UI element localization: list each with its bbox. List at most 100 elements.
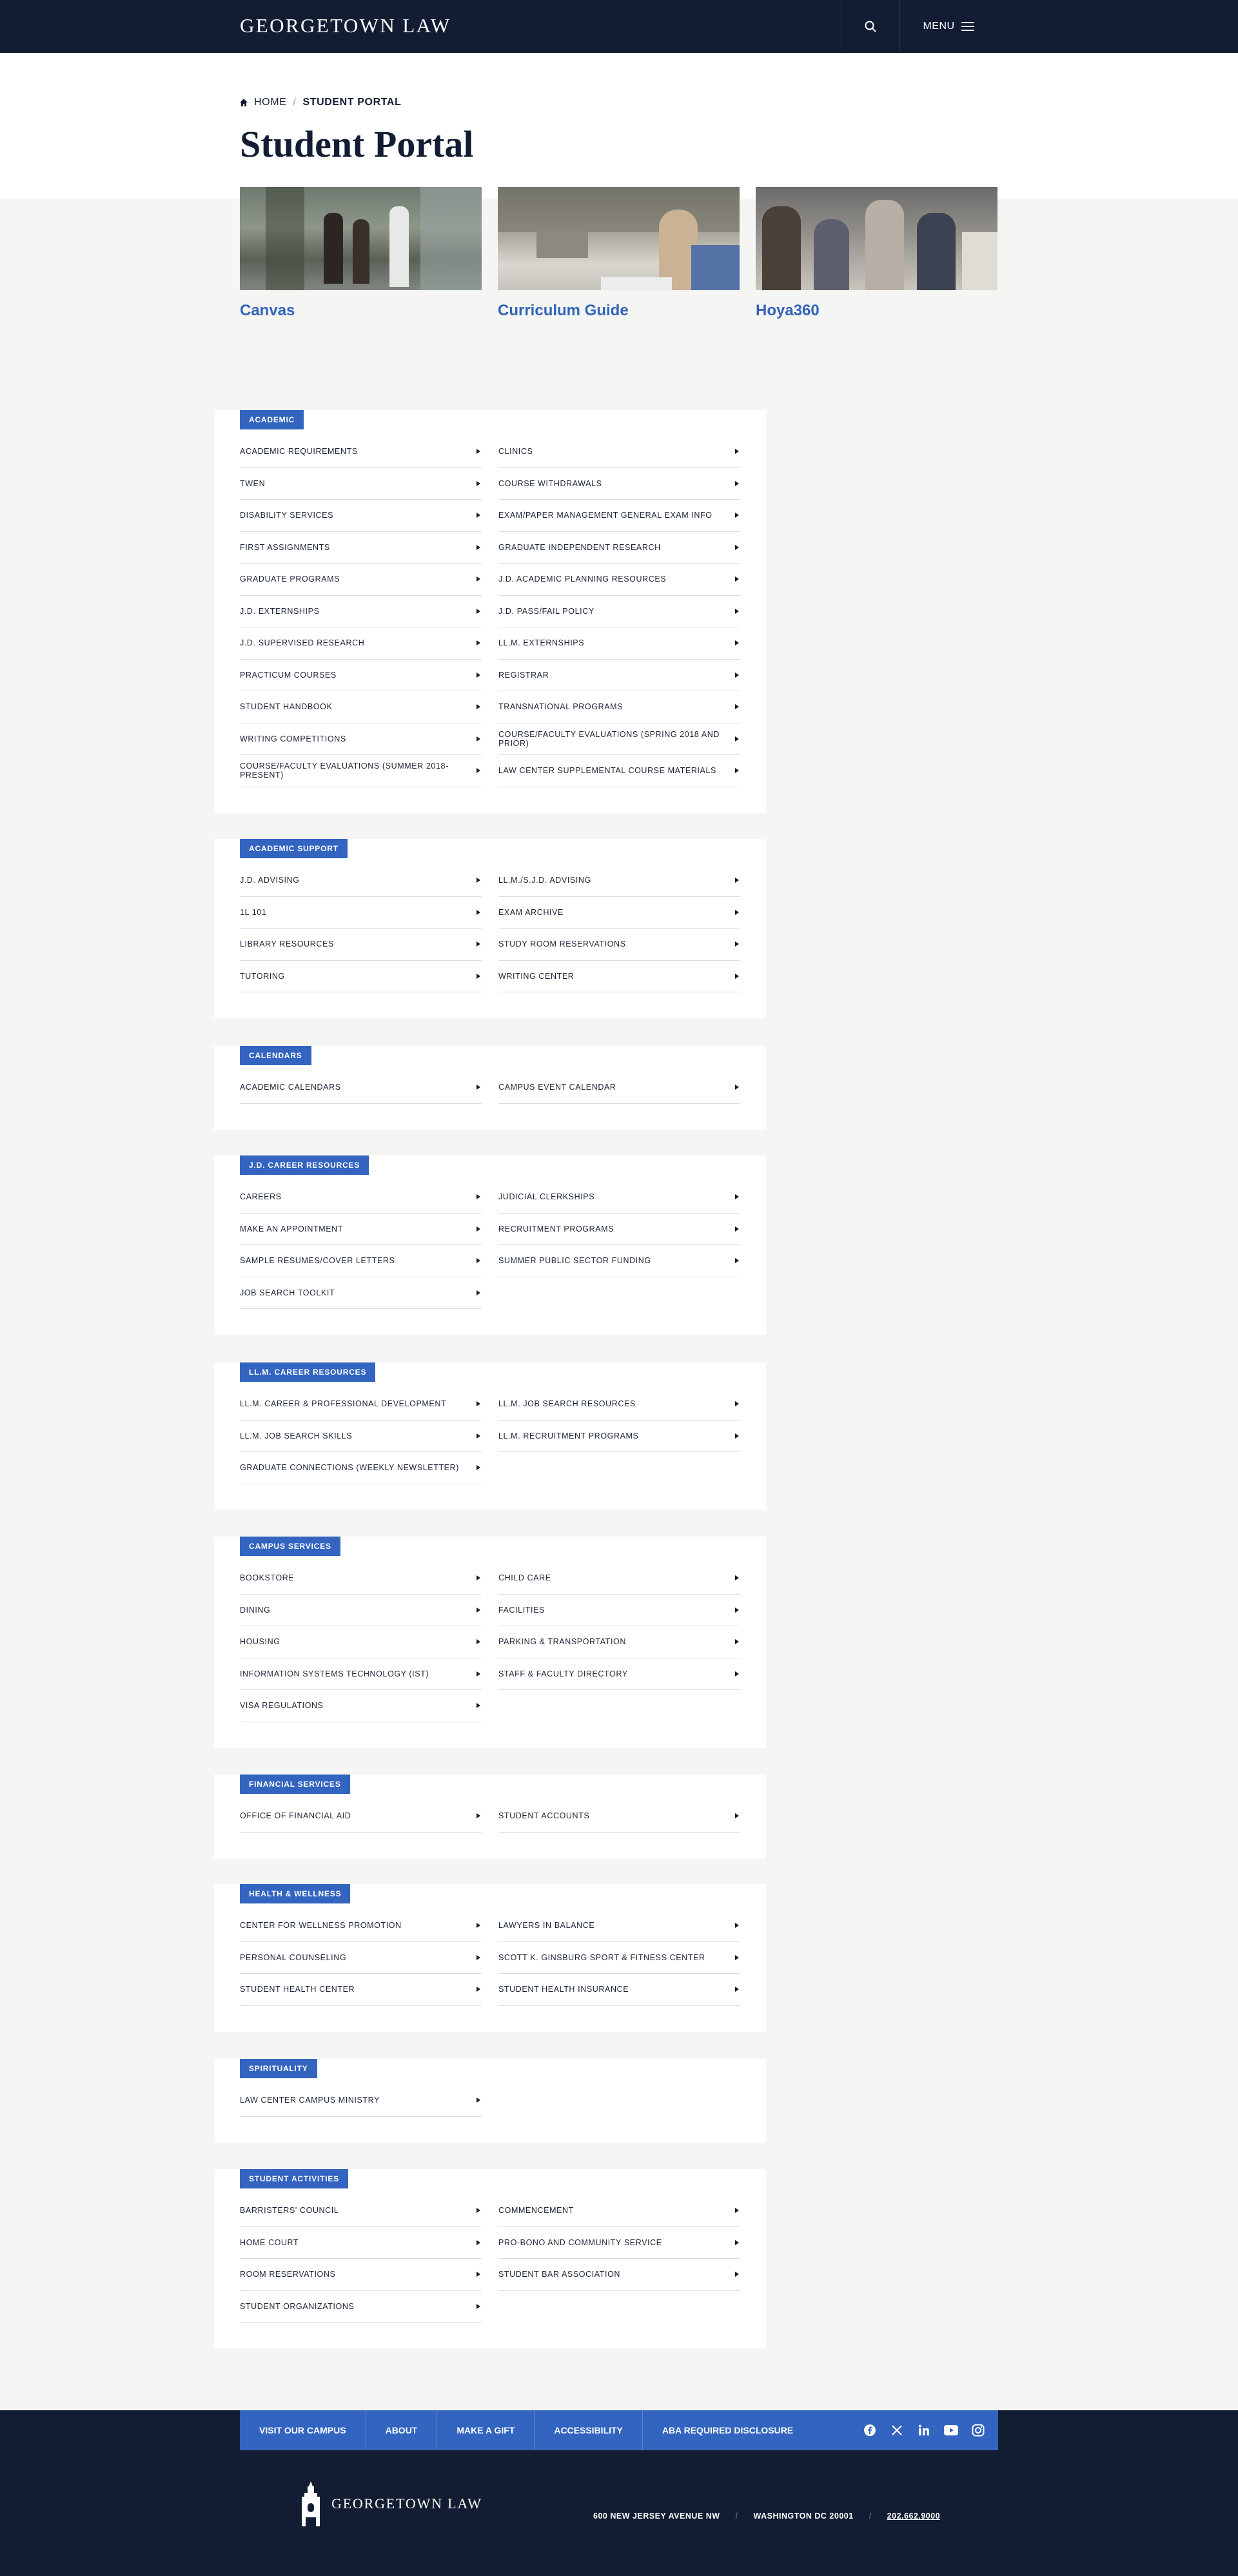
section-link[interactable]: HOME COURT xyxy=(240,2227,482,2259)
section-link[interactable]: STUDENT BAR ASSOCIATION xyxy=(498,2259,740,2291)
section-link[interactable]: PERSONAL COUNSELING xyxy=(240,1942,482,1974)
section-link[interactable]: LL.M. JOB SEARCH SKILLS xyxy=(240,1421,482,1452)
section-link[interactable]: EXAM/PAPER MANAGEMENT GENERAL EXAM INFO xyxy=(498,500,740,532)
section-link[interactable]: LL.M./S.J.D. ADVISING xyxy=(498,865,740,897)
footer-logo[interactable]: GEORGETOWN LAW xyxy=(298,2481,482,2526)
section-link[interactable]: GRADUATE INDEPENDENT RESEARCH xyxy=(498,532,740,564)
section-link[interactable]: STUDENT HANDBOOK xyxy=(240,691,482,723)
section-link[interactable]: VISA REGULATIONS xyxy=(240,1690,482,1722)
section-link[interactable]: LAW CENTER CAMPUS MINISTRY xyxy=(240,2085,482,2117)
section-link[interactable]: LL.M. JOB SEARCH RESOURCES xyxy=(498,1388,740,1421)
hamburger-icon xyxy=(961,22,974,31)
section-link[interactable]: J.D. EXTERNSHIPS xyxy=(240,596,482,627)
section-link-label: LL.M. JOB SEARCH SKILLS xyxy=(240,1431,353,1440)
section-link[interactable]: WRITING CENTER xyxy=(498,961,740,992)
section-link[interactable]: BARRISTERS' COUNCIL xyxy=(240,2195,482,2227)
footer-link-aba[interactable]: ABA REQUIRED DISCLOSURE xyxy=(643,2410,812,2450)
section-link[interactable]: J.D. PASS/FAIL POLICY xyxy=(498,596,740,627)
search-button[interactable] xyxy=(841,0,900,53)
section-link[interactable]: CAREERS xyxy=(240,1181,482,1214)
feature-card-hoya360[interactable]: Hoya360 xyxy=(756,187,997,320)
instagram-icon[interactable] xyxy=(971,2423,985,2437)
section-link[interactable]: SUMMER PUBLIC SECTOR FUNDING xyxy=(498,1245,740,1277)
healy-tower-icon xyxy=(302,2481,320,2526)
section-link[interactable]: STUDENT ACCOUNTS xyxy=(498,1800,740,1833)
section-link[interactable]: TUTORING xyxy=(240,961,482,992)
section-link[interactable]: FIRST ASSIGNMENTS xyxy=(240,532,482,564)
section-link[interactable]: COURSE/FACULTY EVALUATIONS (SPRING 2018 … xyxy=(498,723,740,755)
linkedin-icon[interactable] xyxy=(917,2423,931,2437)
section-link[interactable]: CHILD CARE xyxy=(498,1562,740,1595)
section-title: HEALTH & WELLNESS xyxy=(240,1884,351,1903)
section-link-label: CHILD CARE xyxy=(498,1573,551,1583)
section-link-label: J.D. EXTERNSHIPS xyxy=(240,606,320,616)
section-link[interactable]: WRITING COMPETITIONS xyxy=(240,723,482,755)
section-link[interactable]: EXAM ARCHIVE xyxy=(498,897,740,929)
section-link[interactable]: COURSE/FACULTY EVALUATIONS (SUMMER 2018-… xyxy=(240,755,482,787)
section-link[interactable]: MAKE AN APPOINTMENT xyxy=(240,1214,482,1245)
section-link-label: STUDENT HANDBOOK xyxy=(240,702,333,712)
feature-label-hoya360: Hoya360 xyxy=(756,302,820,319)
section-link[interactable]: CENTER FOR WELLNESS PROMOTION xyxy=(240,1910,482,1942)
section-link[interactable]: J.D. ADVISING xyxy=(240,865,482,897)
section-link[interactable]: ACADEMIC REQUIREMENTS xyxy=(240,436,482,468)
section-link[interactable]: STUDENT HEALTH INSURANCE xyxy=(498,1974,740,2006)
menu-button[interactable]: MENU xyxy=(900,0,997,53)
section-link[interactable]: JUDICIAL CLERKSHIPS xyxy=(498,1181,740,1214)
caret-right-icon xyxy=(477,941,480,947)
section-link[interactable]: FACILITIES xyxy=(498,1595,740,1626)
section-link[interactable]: GRADUATE CONNECTIONS (WEEKLY NEWSLETTER) xyxy=(240,1452,482,1484)
section-link[interactable]: TRANSNATIONAL PROGRAMS xyxy=(498,691,740,723)
section-link-grid: CAREERS JUDICIAL CLERKSHIPS MAKE AN APPOIN… xyxy=(240,1181,740,1309)
section-link[interactable]: LAWYERS IN BALANCE xyxy=(498,1910,740,1942)
facebook-icon[interactable] xyxy=(863,2423,877,2437)
youtube-icon[interactable] xyxy=(944,2423,958,2437)
section-link[interactable]: J.D. SUPERVISED RESEARCH xyxy=(240,627,482,660)
section-link[interactable]: INFORMATION SYSTEMS TECHNOLOGY (IST) xyxy=(240,1658,482,1690)
section-link[interactable]: RECRUITMENT PROGRAMS xyxy=(498,1214,740,1245)
section-link[interactable]: ACADEMIC CALENDARS xyxy=(240,1072,482,1104)
section-link[interactable]: TWEN xyxy=(240,468,482,500)
section-link[interactable]: CLINICS xyxy=(498,436,740,468)
section-link[interactable]: CAMPUS EVENT CALENDAR xyxy=(498,1072,740,1104)
caret-right-icon xyxy=(735,1987,739,1992)
feature-card-curriculum-guide[interactable]: Curriculum Guide xyxy=(498,187,740,320)
section-link[interactable]: STAFF & FACULTY DIRECTORY xyxy=(498,1658,740,1690)
section-link[interactable]: GRADUATE PROGRAMS xyxy=(240,564,482,596)
section-link[interactable]: SAMPLE RESUMES/COVER LETTERS xyxy=(240,1245,482,1277)
section-link[interactable]: STUDENT HEALTH CENTER xyxy=(240,1974,482,2006)
section-link[interactable]: 1L 101 xyxy=(240,897,482,929)
x-twitter-icon[interactable] xyxy=(890,2423,904,2437)
breadcrumb-home[interactable]: HOME xyxy=(240,97,286,108)
section-link[interactable]: LL.M. CAREER & PROFESSIONAL DEVELOPMENT xyxy=(240,1388,482,1421)
footer-link-visit[interactable]: VISIT OUR CAMPUS xyxy=(240,2410,366,2450)
section-link[interactable]: COMMENCEMENT xyxy=(498,2195,740,2227)
section-link[interactable]: LL.M. EXTERNSHIPS xyxy=(498,627,740,660)
section-link[interactable]: PRACTICUM COURSES xyxy=(240,660,482,691)
section-link[interactable]: PARKING & TRANSPORTATION xyxy=(498,1626,740,1658)
footer-link-accessibility[interactable]: ACCESSIBILITY xyxy=(535,2410,643,2450)
section-link[interactable]: STUDY ROOM RESERVATIONS xyxy=(498,929,740,961)
section-link[interactable]: DISABILITY SERVICES xyxy=(240,500,482,532)
section-link[interactable]: BOOKSTORE xyxy=(240,1562,482,1595)
section-link-label: COURSE/FACULTY EVALUATIONS (SPRING 2018 … xyxy=(498,729,720,748)
section-link[interactable]: LAW CENTER SUPPLEMENTAL COURSE MATERIALS xyxy=(498,755,740,787)
section-link[interactable]: REGISTRAR xyxy=(498,660,740,691)
section-link[interactable]: JOB SEARCH TOOLKIT xyxy=(240,1277,482,1309)
section-link[interactable]: COURSE WITHDRAWALS xyxy=(498,468,740,500)
section-link[interactable]: LIBRARY RESOURCES xyxy=(240,929,482,961)
feature-card-canvas[interactable]: Canvas xyxy=(240,187,482,320)
section-link[interactable]: PRO-BONO AND COMMUNITY SERVICE xyxy=(498,2227,740,2259)
section-link[interactable]: ROOM RESERVATIONS xyxy=(240,2259,482,2291)
section-link[interactable]: J.D. ACADEMIC PLANNING RESOURCES xyxy=(498,564,740,596)
section-link[interactable]: OFFICE OF FINANCIAL AID xyxy=(240,1800,482,1833)
section-link[interactable]: DINING xyxy=(240,1595,482,1626)
footer-link-about[interactable]: ABOUT xyxy=(366,2410,438,2450)
section-link[interactable]: SCOTT K. GINSBURG SPORT & FITNESS CENTER xyxy=(498,1942,740,1974)
footer-phone[interactable]: 202.662.9000 xyxy=(887,2512,940,2521)
footer-link-gift[interactable]: MAKE A GIFT xyxy=(437,2410,535,2450)
section-link[interactable]: LL.M. RECRUITMENT PROGRAMS xyxy=(498,1421,740,1452)
site-logo[interactable]: GEORGETOWN LAW xyxy=(240,14,451,37)
section-link[interactable]: STUDENT ORGANIZATIONS xyxy=(240,2291,482,2323)
section-link[interactable]: HOUSING xyxy=(240,1626,482,1658)
